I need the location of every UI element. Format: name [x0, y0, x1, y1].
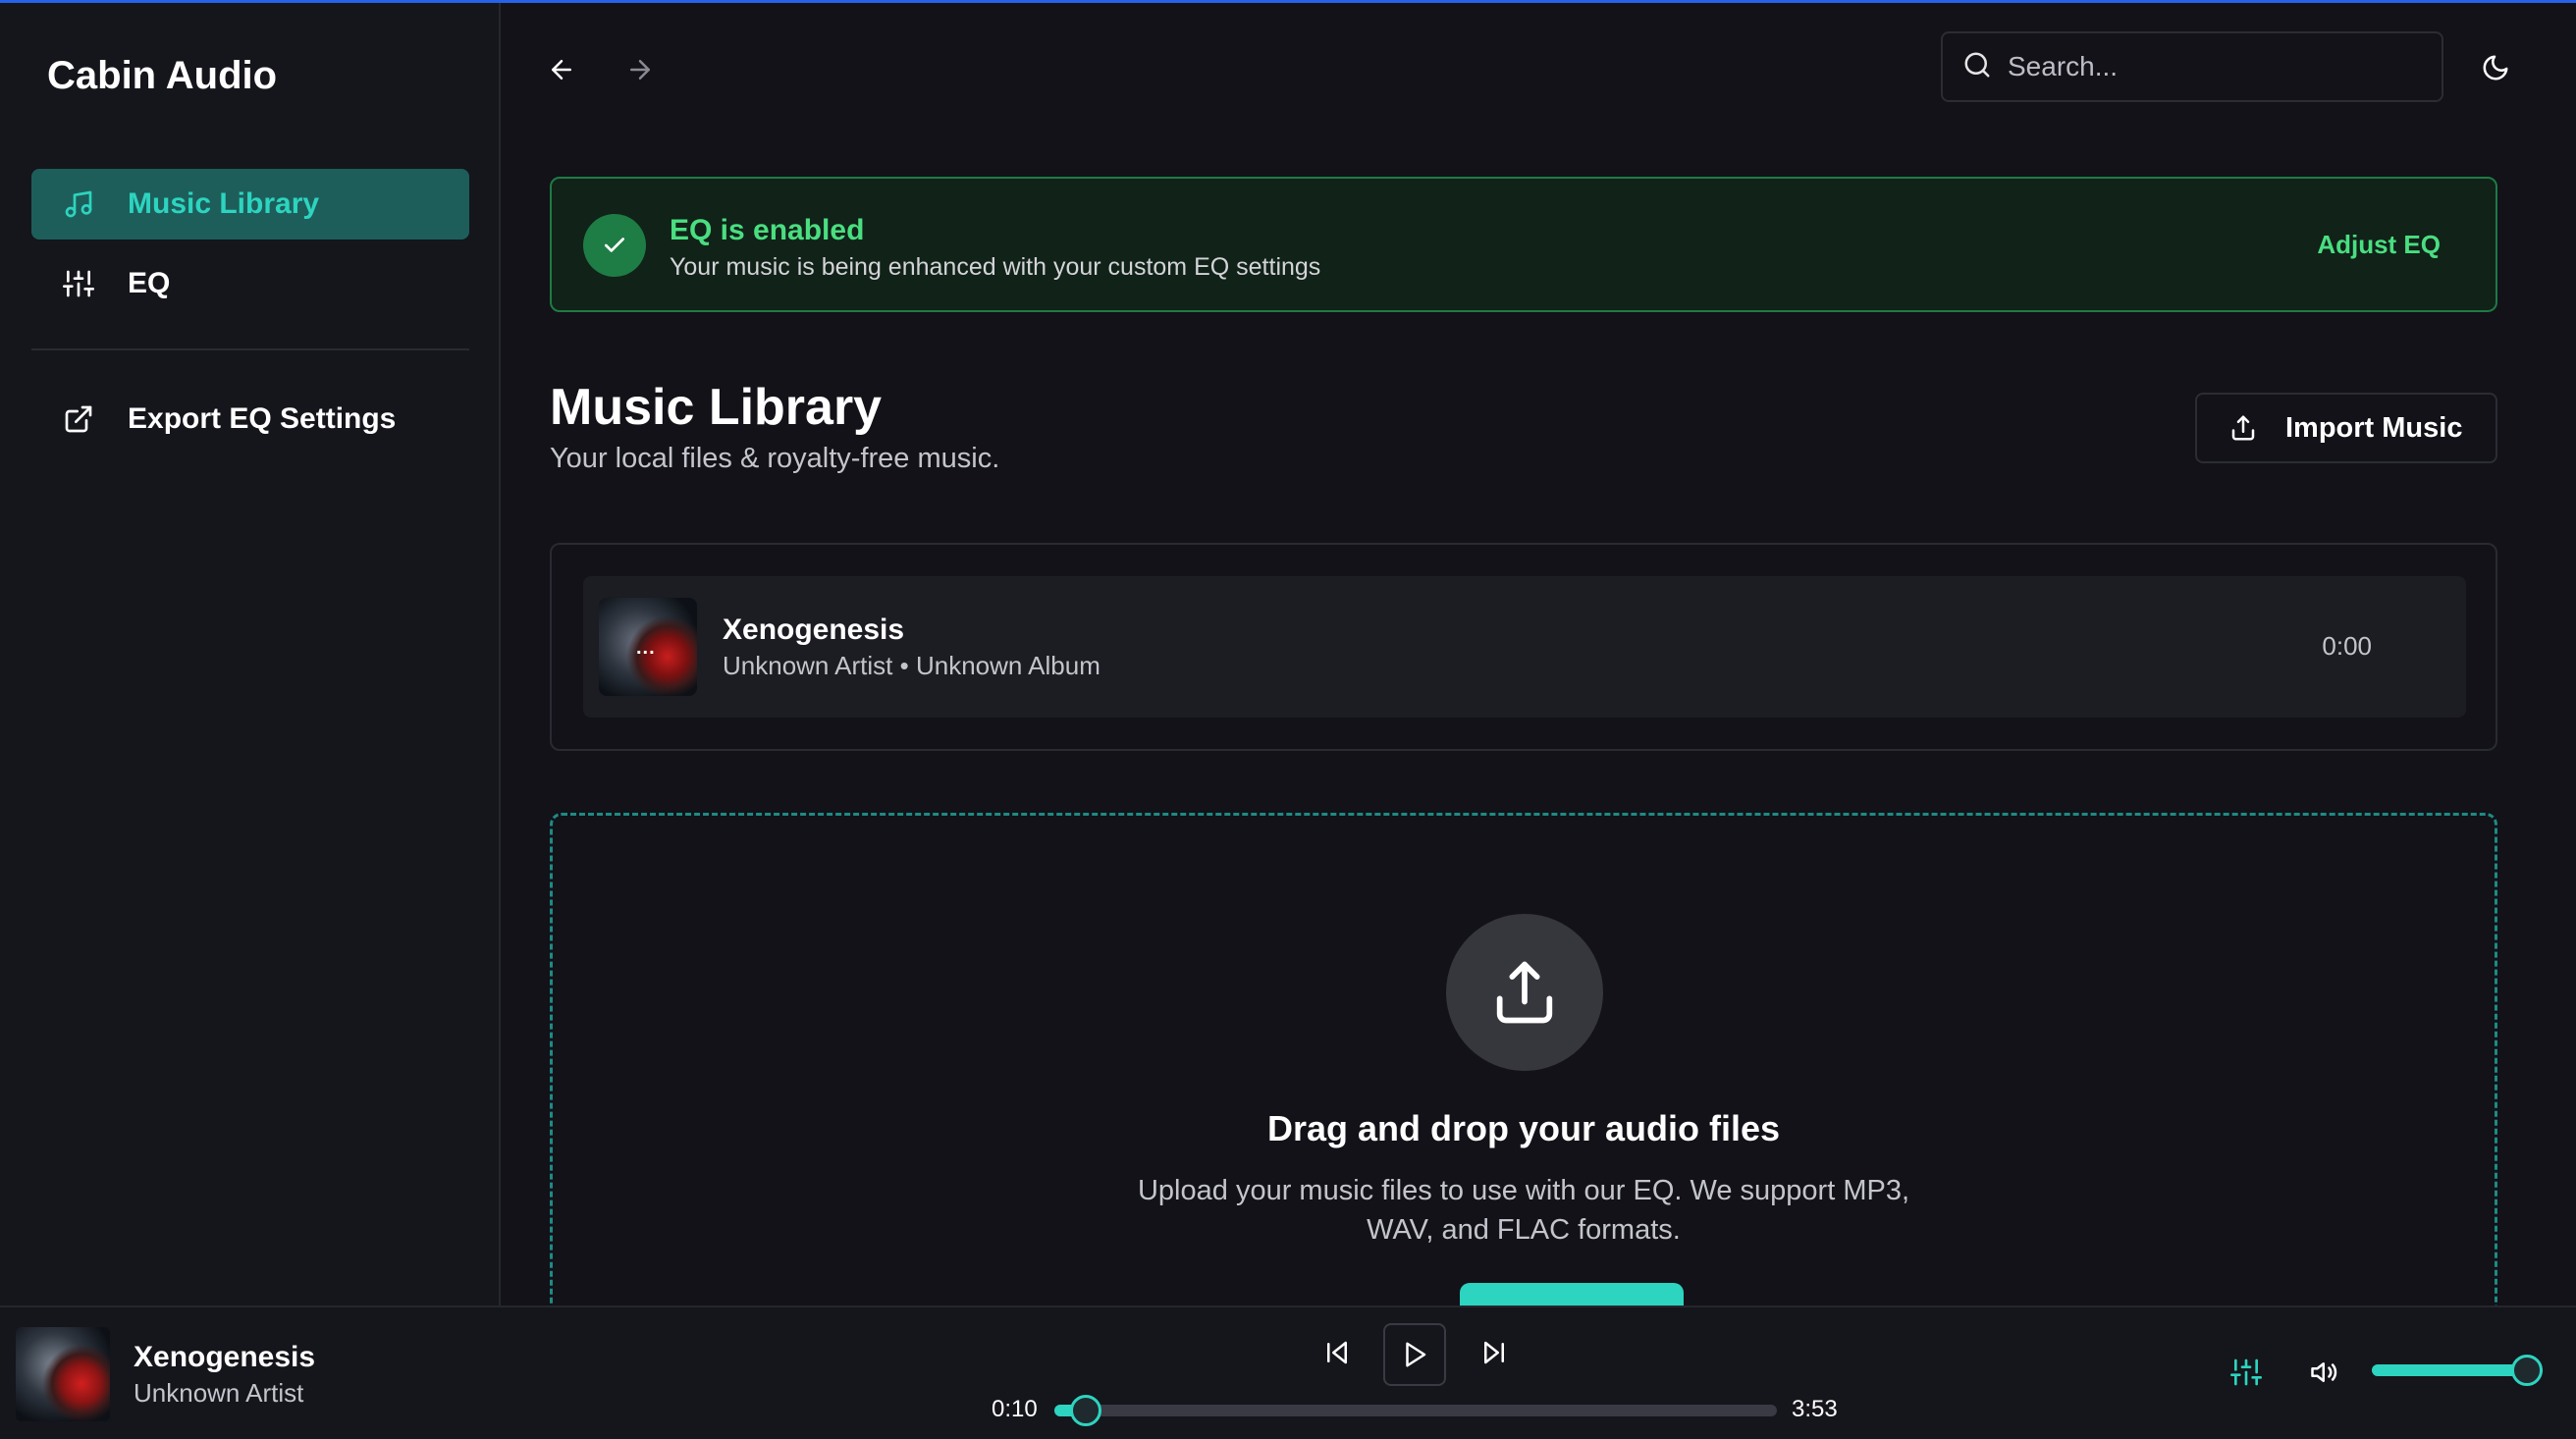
arrow-right-icon — [630, 60, 650, 80]
search-box[interactable] — [1941, 31, 2443, 102]
volume-handle[interactable] — [2511, 1355, 2543, 1386]
track-duration: 0:00 — [2322, 631, 2372, 661]
track-meta: Unknown Artist • Unknown Album — [723, 651, 1100, 681]
search-input[interactable] — [2008, 51, 2420, 82]
album-art: ... — [599, 598, 697, 696]
now-playing-art — [16, 1327, 110, 1421]
search-icon — [1962, 50, 1992, 84]
player-bar: Xenogenesis Unknown Artist 0:10 3:53 — [0, 1306, 2576, 1439]
volume-slider[interactable] — [2372, 1355, 2543, 1386]
theme-toggle-button[interactable] — [2476, 48, 2515, 87]
table-row[interactable]: ... Xenogenesis Unknown Artist • Unknown… — [583, 576, 2466, 718]
track-album: Unknown Album — [915, 651, 1100, 680]
eq-status-banner: EQ is enabled Your music is being enhanc… — [550, 177, 2497, 312]
upload-icon — [2228, 413, 2258, 443]
dropzone[interactable]: Drag and drop your audio files Upload yo… — [550, 813, 2497, 1362]
sliders-icon — [61, 266, 96, 301]
import-music-label: Import Music — [2285, 411, 2463, 444]
total-time: 3:53 — [1792, 1396, 1838, 1422]
sliders-icon — [2230, 1359, 2262, 1386]
progress-slider[interactable] — [1054, 1395, 1777, 1426]
sidebar-item-music-library[interactable]: Music Library — [31, 169, 469, 240]
next-button[interactable] — [1475, 1333, 1514, 1372]
page-subtitle: Your local files & royalty-free music. — [550, 443, 1000, 474]
meta-separator: • — [899, 651, 909, 680]
track-artist: Unknown Artist — [723, 651, 893, 680]
back-button[interactable] — [542, 50, 581, 89]
check-icon — [583, 214, 646, 277]
sidebar: Cabin Audio Music Library EQ Export EQ S… — [0, 3, 501, 1306]
volume-icon — [2311, 1362, 2337, 1382]
now-playing-artist: Unknown Artist — [134, 1378, 304, 1408]
import-music-button[interactable]: Import Music — [2195, 393, 2497, 463]
eq-toggle-button[interactable] — [2227, 1353, 2266, 1392]
adjust-eq-link[interactable]: Adjust EQ — [2317, 230, 2441, 260]
sidebar-divider — [31, 348, 469, 350]
upload-icon — [1446, 914, 1603, 1071]
current-time: 0:10 — [992, 1396, 1038, 1422]
now-playing-title: Xenogenesis — [134, 1341, 316, 1373]
sidebar-item-eq[interactable]: EQ — [31, 248, 469, 319]
music-note-icon — [61, 187, 96, 222]
play-icon — [1406, 1342, 1426, 1367]
arrow-left-icon — [552, 60, 571, 80]
dropzone-subtitle: Upload your music files to use with our … — [1137, 1175, 1910, 1246]
play-button[interactable] — [1383, 1323, 1446, 1386]
page-title: Music Library — [550, 379, 883, 436]
dropzone-title: Drag and drop your audio files — [1266, 1108, 1781, 1148]
previous-button[interactable] — [1317, 1333, 1357, 1372]
eq-banner-subtitle: Your music is being enhanced with your c… — [670, 253, 1321, 281]
volume-button[interactable] — [2305, 1353, 2344, 1392]
sidebar-item-export-eq-settings[interactable]: Export EQ Settings — [31, 384, 469, 454]
track-list: ... Xenogenesis Unknown Artist • Unknown… — [550, 543, 2497, 751]
sidebar-item-label: EQ — [128, 267, 171, 299]
external-link-icon — [61, 401, 96, 437]
sidebar-item-label: Export EQ Settings — [128, 402, 397, 435]
skip-back-icon — [1327, 1341, 1347, 1364]
progress-handle[interactable] — [1069, 1395, 1101, 1426]
eq-banner-title: EQ is enabled — [670, 214, 865, 246]
main-content: EQ is enabled Your music is being enhanc… — [503, 3, 2576, 1362]
skip-forward-icon — [1484, 1341, 1504, 1364]
moon-icon — [2483, 55, 2508, 80]
forward-button[interactable] — [620, 50, 660, 89]
track-menu-overlay[interactable]: ... — [636, 637, 656, 660]
track-title: Xenogenesis — [723, 613, 905, 646]
app-title: Cabin Audio — [47, 54, 278, 97]
sidebar-item-label: Music Library — [128, 187, 320, 220]
